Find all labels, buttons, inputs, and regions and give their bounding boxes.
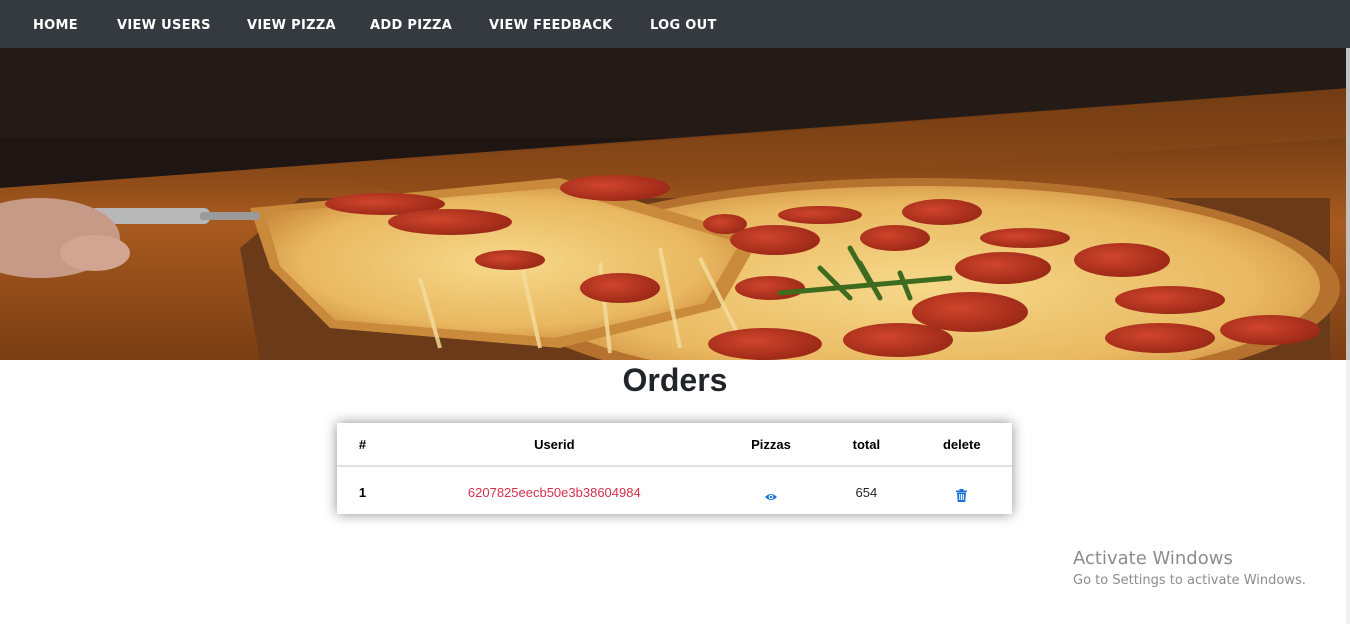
hero-banner-image [0, 48, 1350, 360]
row-number: 1 [358, 484, 367, 500]
orders-table-card: # Userid Pizzas total delete 1 6207825ee… [337, 423, 1012, 514]
nav-add-pizza-link[interactable]: ADD PIZZA [370, 18, 452, 33]
header-delete: delete [911, 423, 1012, 467]
header-number: # [337, 423, 388, 467]
pizza-illustration [0, 48, 1350, 360]
row-delete-cell [912, 466, 1012, 517]
nav-view-users-link[interactable]: VIEW USERS [117, 18, 211, 33]
row-total: 654 [855, 484, 878, 500]
top-navbar: HOME VIEW USERS VIEW PIZZA ADD PIZZA VIE… [0, 0, 1350, 48]
row-pizzas-cell [721, 466, 821, 517]
table-header-row: # Userid Pizzas total delete [337, 423, 1012, 467]
watermark-subtitle: Go to Settings to activate Windows. [1073, 573, 1306, 588]
orders-table: # Userid Pizzas total delete 1 6207825ee… [337, 423, 1012, 517]
watermark-title: Activate Windows [1073, 548, 1233, 569]
header-pizzas: Pizzas [720, 423, 822, 467]
header-total: total [821, 423, 912, 467]
nav-view-feedback-link[interactable]: VIEW FEEDBACK [489, 18, 613, 33]
page-scrollbar-thumb[interactable] [1346, 48, 1350, 360]
row-userid: 6207825eecb50e3b38604984 [467, 484, 641, 500]
eye-icon[interactable] [764, 490, 778, 505]
page-title: Orders [622, 362, 728, 398]
nav-view-pizza-link[interactable]: VIEW PIZZA [247, 18, 336, 33]
trash-icon[interactable] [956, 489, 968, 505]
header-userid: Userid [387, 423, 721, 467]
nav-log-out-link[interactable]: LOG OUT [650, 18, 717, 33]
nav-home-link[interactable]: HOME [33, 18, 78, 33]
table-row: 1 6207825eecb50e3b38604984 654 [337, 466, 1012, 517]
windows-activation-watermark: Activate Windows Go to Settings to activ… [1073, 548, 1306, 588]
